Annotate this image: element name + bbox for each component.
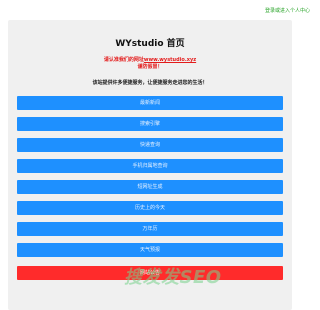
service-button-announcement[interactable]: 网站公告 (17, 266, 283, 280)
main-panel: WYstudio 首页 请认准我们的网址www.wystudio.xyz 谨防假… (8, 20, 292, 310)
service-button-calendar[interactable]: 万年历 (17, 222, 283, 236)
service-button-history-today[interactable]: 历史上的今天 (17, 201, 283, 215)
service-button-phone-location[interactable]: 手机归属地查询 (17, 159, 283, 173)
service-button-search[interactable]: 搜索引擎 (17, 117, 283, 131)
service-button-short-url[interactable]: 短网址生成 (17, 180, 283, 194)
notice-warning: 谨防假冒！ (137, 64, 163, 70)
site-url-link[interactable]: www.wystudio.xyz (144, 57, 196, 63)
service-button-express[interactable]: 快递查询 (17, 138, 283, 152)
login-link[interactable]: 登录或进入个人中心 (265, 8, 310, 15)
service-button-news[interactable]: 最新新闻 (17, 96, 283, 110)
notice-line: 请认准我们的网址www.wystudio.xyz (8, 57, 292, 63)
intro-text: 该站提供许多便捷服务，让便捷服务走进您的生活！ (92, 80, 208, 86)
service-button-weather[interactable]: 天气预报 (17, 243, 283, 257)
page-title: WYstudio 首页 (115, 39, 185, 49)
notice-prefix: 请认准我们的网址 (103, 57, 144, 63)
